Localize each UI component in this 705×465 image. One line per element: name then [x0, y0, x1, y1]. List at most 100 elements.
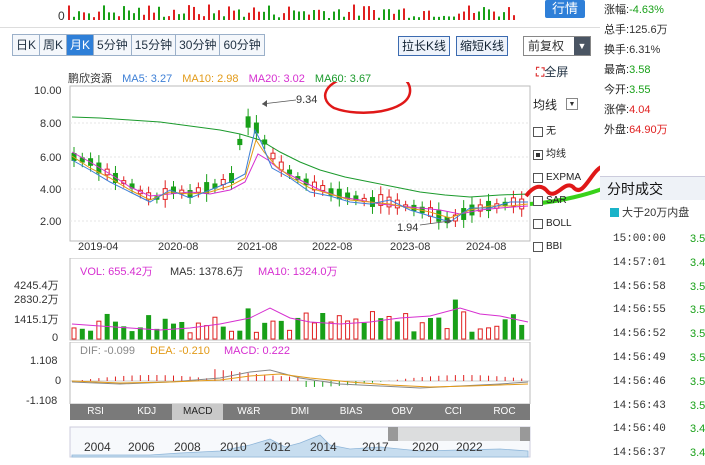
tab-30min[interactable]: 30分钟 — [176, 35, 221, 55]
kline-chart[interactable]: 10.00 8.00 6.00 4.00 2.00 2019-04 2020-0… — [0, 82, 600, 257]
tab-monthly[interactable]: 月K — [67, 35, 95, 55]
macd-chart[interactable]: DIF: -0.099 DEA: -0.210 MACD: 0.222 1.10… — [0, 342, 535, 404]
period-tabs: 日K 周K 月K 5分钟 15分钟 30分钟 60分钟 — [12, 34, 265, 56]
top-volume-bar — [388, 9, 390, 20]
chevron-down-icon: ▼ — [574, 37, 590, 55]
tab-cci[interactable]: CCI — [428, 404, 479, 420]
volume-bar — [79, 328, 85, 340]
high-annotation: 9.34 — [296, 94, 317, 106]
top-volume-bar — [418, 17, 420, 20]
tab-weekly[interactable]: 周K — [40, 35, 68, 55]
shrink-kline-button[interactable]: 缩短K线 — [456, 36, 509, 56]
macd-value: MACD: 0.222 — [224, 345, 290, 357]
tab-macd[interactable]: MACD — [172, 404, 224, 420]
top-volume-bar — [208, 4, 210, 20]
top-volume-bar — [478, 11, 480, 20]
volume-bar — [519, 324, 525, 340]
top-volume-bar — [313, 10, 315, 20]
timeline-year: 2017 — [362, 440, 389, 454]
top-volume-bar — [218, 10, 220, 20]
top-volume-bar — [173, 9, 175, 20]
tab-60min[interactable]: 60分钟 — [220, 35, 264, 55]
volume-bar — [328, 321, 334, 340]
tick-row: 14:56:49 3.5 — [613, 347, 705, 371]
top-volume-bar — [448, 16, 450, 20]
fullscreen-button[interactable]: ⛶全屏 — [536, 63, 568, 80]
volume-bar — [262, 322, 268, 340]
timeline-handle-left[interactable] — [388, 427, 398, 441]
top-volume-bar — [498, 16, 500, 20]
indicator-option-label: 无 — [546, 126, 556, 137]
quote-button[interactable]: 行情 — [545, 0, 585, 18]
tab-obv[interactable]: OBV — [377, 404, 428, 420]
quote-row-turnover: 换手:6.31% — [604, 40, 705, 60]
candle-body — [519, 198, 525, 210]
quote-label: 今开: — [604, 84, 630, 96]
checkbox-icon — [533, 241, 543, 252]
top-volume-bar — [488, 9, 490, 20]
top-volume-bar — [228, 6, 230, 20]
dif-value: DIF: -0.099 — [80, 345, 135, 357]
candle-body — [436, 210, 442, 222]
indicator-option-sar[interactable]: SAR — [533, 189, 598, 212]
timeline-handle-right[interactable] — [520, 427, 530, 441]
tab-dmi[interactable]: DMI — [274, 404, 325, 420]
volume-bar — [278, 320, 284, 340]
quote-summary: 涨幅:-4.63% 总手:125.6万 换手:6.31% 最高:3.58 今开:… — [604, 0, 705, 140]
vol-value: VOL: 655.42万 — [80, 266, 153, 278]
top-volume-bar — [193, 6, 195, 20]
indicator-option-label: SAR — [546, 195, 567, 206]
timeline-scroller[interactable]: 2004 2006 2008 2010 2012 2014 2017 2020 … — [0, 423, 535, 463]
top-volume-bar — [188, 5, 190, 20]
quote-row-volume: 总手:125.6万 — [604, 20, 705, 40]
top-volume-bar — [428, 10, 430, 20]
volume-bar — [71, 327, 77, 340]
tab-kdj[interactable]: KDJ — [121, 404, 172, 420]
top-volume-bar — [73, 16, 75, 20]
tab-5min[interactable]: 5分钟 — [94, 35, 132, 55]
top-volume-bar — [398, 9, 400, 20]
tab-daily[interactable]: 日K — [13, 35, 41, 55]
adjust-select[interactable]: 前复权 ▼ — [523, 36, 591, 56]
volume-bar — [229, 330, 235, 340]
top-volume-bar — [248, 12, 250, 20]
top-volume-bar — [123, 6, 125, 20]
volume-bar — [502, 319, 508, 340]
checkbox-icon — [533, 172, 543, 183]
volume-bar — [486, 327, 492, 340]
top-volume-bar — [383, 9, 385, 20]
top-volume-bar — [253, 7, 255, 20]
stretch-kline-button[interactable]: 拉长K线 — [398, 36, 451, 56]
indicator-option-boll[interactable]: BOLL — [533, 212, 598, 235]
top-volume-bar — [483, 7, 485, 20]
indicator-option-none[interactable]: 无 — [533, 120, 598, 143]
tab-bias[interactable]: BIAS — [326, 404, 377, 420]
low-annotation: 1.94 — [397, 222, 418, 234]
quote-label: 总手: — [604, 24, 630, 36]
time-tick-2024-08: 2024-08 — [466, 241, 506, 253]
tick-time: 14:56:49 — [613, 351, 666, 364]
indicator-select[interactable]: 均线 ▼ — [533, 96, 598, 112]
tab-wr[interactable]: W&R — [223, 404, 274, 420]
tick-row: 14:56:37 3.4 — [613, 442, 705, 465]
top-volume-bar — [143, 14, 145, 20]
indicator-option-bbi[interactable]: BBI — [533, 235, 598, 258]
volume-bar — [378, 318, 384, 340]
volume-chart[interactable]: VOL: 655.42万 MA5: 1378.6万 MA10: 1324.0万 … — [0, 258, 535, 342]
indicator-option-ma[interactable]: 均线 — [533, 143, 598, 166]
top-volume-bar — [158, 6, 160, 20]
top-volume-bar — [513, 15, 515, 20]
candle-body — [320, 185, 326, 191]
top-volume-bar — [138, 7, 140, 20]
vol-ma5-value: MA5: 1378.6万 — [170, 266, 243, 278]
tick-price: 3.5 — [690, 375, 705, 388]
top-zero-label: 0 — [58, 9, 65, 23]
ticks-filter-label: 大于20万内盘 — [622, 207, 690, 219]
ticks-filter[interactable]: 大于20万内盘 — [610, 204, 689, 220]
tab-roc[interactable]: ROC — [479, 404, 530, 420]
tab-rsi[interactable]: RSI — [70, 404, 121, 420]
candle-body — [287, 169, 293, 175]
tab-15min[interactable]: 15分钟 — [131, 35, 177, 55]
indicator-option-expma[interactable]: EXPMA — [533, 166, 598, 189]
top-volume-bar — [318, 9, 320, 20]
